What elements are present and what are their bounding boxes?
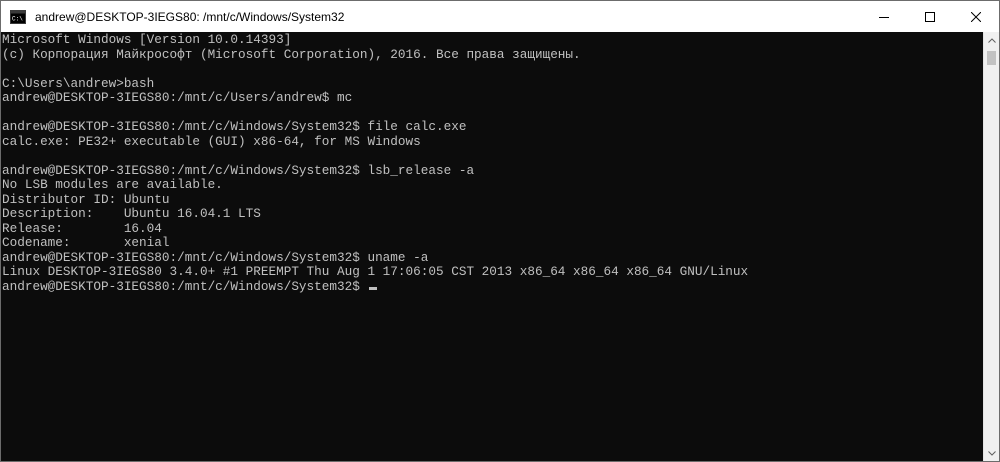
window-title: andrew@DESKTOP-3IEGS80: /mnt/c/Windows/S… — [35, 9, 345, 24]
svg-text:C:\: C:\ — [12, 15, 23, 22]
console-icon: C:\ — [10, 9, 26, 24]
scroll-down-button[interactable] — [984, 445, 999, 461]
console-output[interactable]: Microsoft Windows [Version 10.0.14393] (… — [1, 32, 984, 461]
console-line: andrew@DESKTOP-3IEGS80:/mnt/c/Users/andr… — [2, 90, 353, 105]
console-line: andrew@DESKTOP-3IEGS80:/mnt/c/Windows/Sy… — [2, 249, 429, 265]
maximize-icon — [925, 11, 935, 22]
console-window: C:\ andrew@DESKTOP-3IEGS80: /mnt/c/Windo… — [0, 0, 1000, 462]
console-line: Microsoft Windows [Version 10.0.14393] — [2, 32, 292, 47]
console-line: Release: 16.04 — [2, 220, 162, 236]
scroll-down-arrow-icon — [988, 450, 996, 456]
console-line: C:\Users\andrew>bash — [2, 75, 155, 91]
scrollbar-thumb[interactable] — [987, 51, 996, 65]
title-bar[interactable]: C:\ andrew@DESKTOP-3IEGS80: /mnt/c/Windo… — [1, 1, 999, 32]
console-line: (c) Корпорация Майкрософт (Microsoft Cor… — [2, 46, 581, 62]
console-line: Codename: xenial — [2, 235, 170, 250]
console-line: andrew@DESKTOP-3IEGS80:/mnt/c/Windows/Sy… — [2, 119, 467, 134]
close-icon — [971, 11, 981, 22]
window-controls — [861, 1, 999, 32]
vertical-scrollbar[interactable] — [983, 32, 999, 461]
maximize-button[interactable] — [907, 1, 953, 32]
minimize-button[interactable] — [861, 1, 907, 32]
text-cursor — [369, 286, 378, 290]
console-line: andrew@DESKTOP-3IEGS80:/mnt/c/Windows/Sy… — [2, 162, 475, 178]
scroll-up-button[interactable] — [984, 32, 999, 48]
console-line: Linux DESKTOP-3IEGS80 3.4.0+ #1 PREEMPT … — [2, 264, 749, 279]
console-line: Description: Ubuntu 16.04.1 LTS — [2, 206, 261, 221]
close-button[interactable] — [953, 1, 999, 32]
scroll-up-arrow-icon — [988, 37, 996, 43]
console-line: No LSB modules are available. — [2, 177, 223, 192]
prompt-line[interactable]: andrew@DESKTOP-3IEGS80:/mnt/c/Windows/Sy… — [2, 278, 984, 295]
shell-prompt: andrew@DESKTOP-3IEGS80:/mnt/c/Windows/Sy… — [2, 278, 368, 294]
minimize-icon — [879, 16, 889, 18]
console-line: calc.exe: PE32+ executable (GUI) x86-64,… — [2, 133, 421, 149]
console-line: Distributor ID: Ubuntu — [2, 191, 170, 207]
